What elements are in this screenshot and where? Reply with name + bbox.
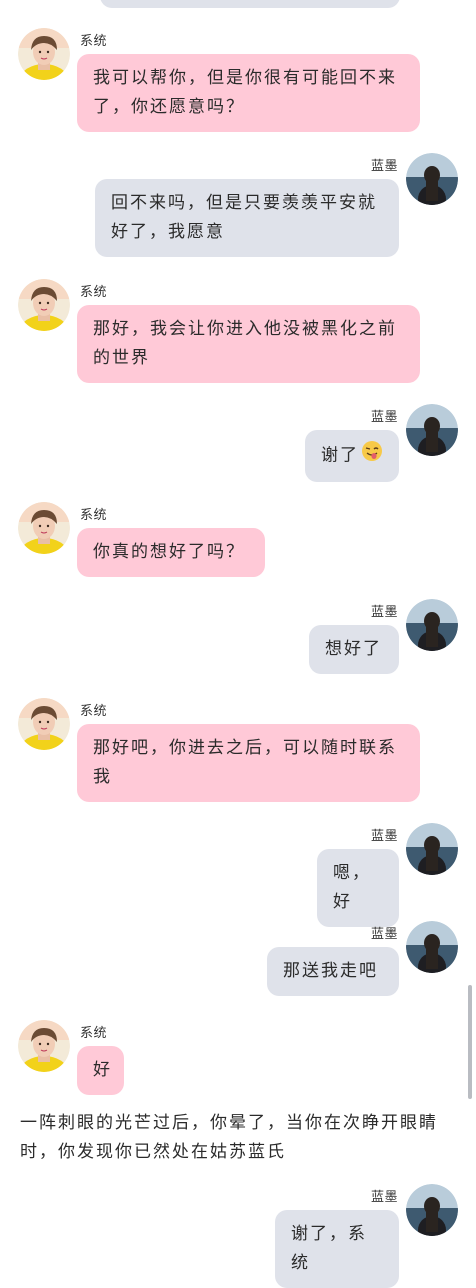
seaside-avatar-icon — [406, 1184, 458, 1236]
scrollbar[interactable] — [468, 985, 472, 1099]
sender-name: 蓝墨 — [370, 605, 398, 620]
sender-name: 蓝墨 — [370, 829, 398, 844]
sender-name: 系统 — [80, 704, 108, 719]
user-avatar[interactable] — [406, 1184, 458, 1236]
sender-name: 蓝墨 — [370, 410, 398, 425]
seaside-avatar-icon — [406, 599, 458, 651]
portrait-avatar-icon — [18, 279, 70, 331]
seaside-avatar-icon — [406, 921, 458, 973]
tongue-wink-emoji-icon — [361, 440, 383, 472]
message-bubble: 好 — [77, 1046, 124, 1095]
previous-message-bubble-fragment — [100, 0, 400, 8]
portrait-avatar-icon — [18, 698, 70, 750]
sender-name: 蓝墨 — [370, 927, 398, 942]
user-avatar[interactable] — [406, 921, 458, 973]
user-avatar[interactable] — [406, 153, 458, 205]
sender-name: 系统 — [80, 285, 108, 300]
system-avatar[interactable] — [18, 1020, 70, 1072]
portrait-avatar-icon — [18, 502, 70, 554]
seaside-avatar-icon — [406, 153, 458, 205]
sender-name: 系统 — [80, 34, 108, 49]
user-avatar[interactable] — [406, 599, 458, 651]
sender-name: 蓝墨 — [370, 1190, 398, 1205]
message-bubble: 谢了 — [305, 430, 399, 482]
system-avatar[interactable] — [18, 28, 70, 80]
message-bubble: 想好了 — [309, 625, 399, 674]
message-bubble: 那好吧，你进去之后，可以随时联系我 — [77, 724, 420, 802]
message-bubble: 我可以帮你，但是你很有可能回不来了，你还愿意吗？ — [77, 54, 420, 132]
message-bubble: 回不来吗，但是只要羡羡平安就好了，我愿意 — [95, 179, 399, 257]
message-bubble: 你真的想好了吗？ — [77, 528, 265, 577]
system-avatar[interactable] — [18, 279, 70, 331]
seaside-avatar-icon — [406, 404, 458, 456]
portrait-avatar-icon — [18, 1020, 70, 1072]
user-avatar[interactable] — [406, 404, 458, 456]
message-bubble: 嗯，好 — [317, 849, 399, 927]
sender-name: 蓝墨 — [370, 159, 398, 174]
sender-name: 系统 — [80, 508, 108, 523]
system-avatar[interactable] — [18, 698, 70, 750]
user-avatar[interactable] — [406, 823, 458, 875]
sender-name: 系统 — [80, 1026, 108, 1041]
message-bubble: 那好，我会让你进入他没被黑化之前的世界 — [77, 305, 420, 383]
message-text: 谢了 — [321, 445, 359, 466]
message-bubble: 那送我走吧 — [267, 947, 399, 996]
message-bubble: 谢了，系统 — [275, 1210, 399, 1288]
system-avatar[interactable] — [18, 502, 70, 554]
seaside-avatar-icon — [406, 823, 458, 875]
portrait-avatar-icon — [18, 28, 70, 80]
narration-text: 一阵刺眼的光芒过后，你晕了，当你在次睁开眼睛时，你发现你已然处在姑苏蓝氏 — [20, 1113, 438, 1162]
